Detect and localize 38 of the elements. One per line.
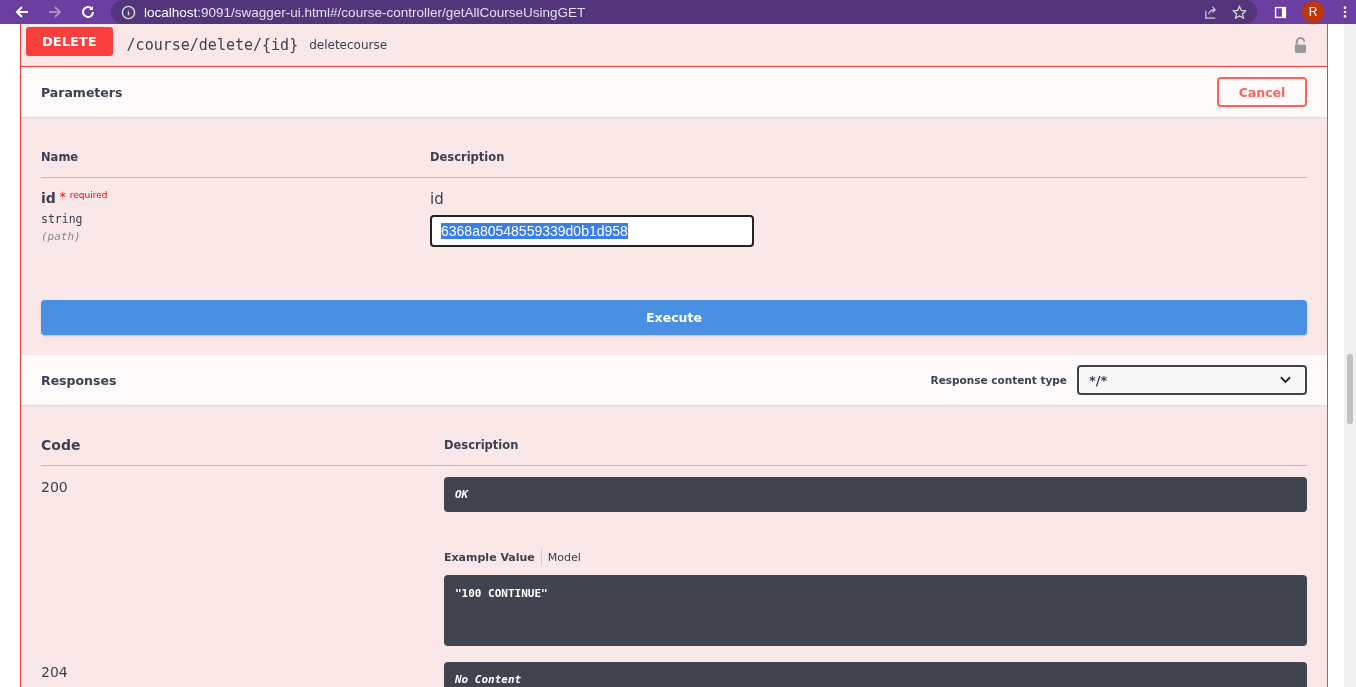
- section-title: Responses: [41, 372, 117, 388]
- column-header: Name: [41, 150, 80, 164]
- section-title: Parameters: [41, 84, 123, 100]
- back-icon[interactable]: [14, 4, 30, 20]
- column-header: Description: [444, 438, 519, 452]
- content-type-label: Response content type: [930, 374, 1067, 386]
- star-icon[interactable]: [1232, 4, 1247, 20]
- parameter-location: (path): [41, 230, 82, 243]
- parameter-type: string: [41, 212, 84, 226]
- response-code: 204: [41, 664, 68, 680]
- reload-icon[interactable]: [80, 4, 96, 20]
- endpoint-summary: deletecourse: [309, 38, 388, 52]
- column-header: Description: [430, 150, 505, 164]
- example-code-block: "100 CONTINUE": [444, 575, 1307, 646]
- tab[interactable]: Model: [547, 550, 581, 564]
- info-icon[interactable]: [121, 4, 136, 20]
- required-label: required: [69, 190, 108, 200]
- parameter-name: id: [41, 190, 56, 206]
- address-bar[interactable]: localhost:9091/swagger-ui.html#/course-controller/getAllCourseUsingGET: [111, 0, 1257, 24]
- sidebar-icon[interactable]: [1273, 4, 1288, 20]
- share-icon[interactable]: [1203, 4, 1218, 20]
- response-description: No Content: [444, 662, 1307, 687]
- response-description: OK: [444, 477, 1307, 512]
- column-header: Code: [41, 437, 82, 453]
- endpoint-path: /course/delete/{id}: [126, 36, 299, 54]
- menu-icon[interactable]: [1342, 5, 1348, 19]
- profile-avatar[interactable]: R: [1302, 1, 1324, 23]
- required-label: *: [59, 190, 66, 204]
- content-type-select[interactable]: */*: [1077, 365, 1307, 395]
- parameter-description: id: [430, 190, 445, 208]
- scrollbar-thumb[interactable]: [1347, 354, 1353, 424]
- response-code: 200: [41, 479, 68, 495]
- forward-icon[interactable]: [47, 4, 63, 20]
- tab[interactable]: Example Value: [444, 550, 535, 564]
- input-field[interactable]: 6368a80548559339d0b1d958: [430, 215, 754, 247]
- chevron-icon: [1280, 376, 1291, 384]
- url-text: localhost:9091/swagger-ui.html#/course-controller/getAllCourseUsingGET: [144, 4, 586, 20]
- method-badge: DELETE: [26, 26, 113, 56]
